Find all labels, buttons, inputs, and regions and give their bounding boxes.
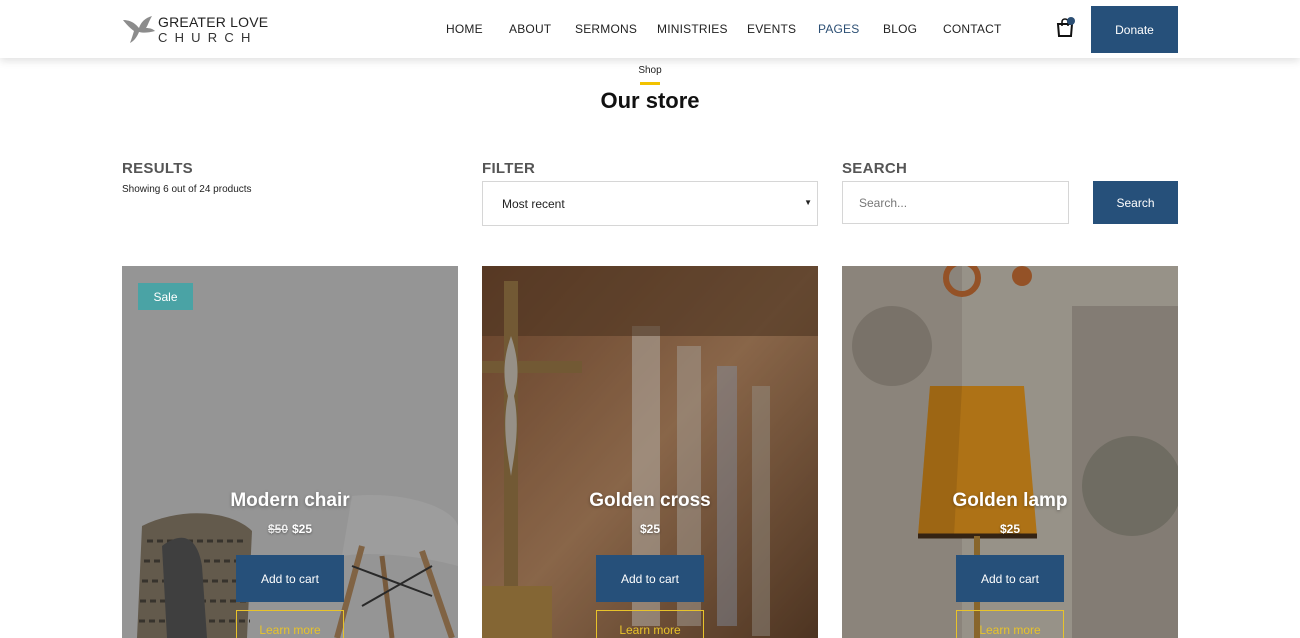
nav-item-ministries[interactable]: MINISTRIES <box>657 22 728 36</box>
site-header: GREATER LOVE CHURCH HOME ABOUT SERMONS M… <box>0 0 1300 58</box>
nav-item-events[interactable]: EVENTS <box>747 22 796 36</box>
product-name[interactable]: Golden lamp <box>842 490 1178 512</box>
product-old-price: $50 <box>267 522 288 536</box>
search-input[interactable] <box>842 181 1069 224</box>
product-card-modern-chair[interactable]: Sale Modern chair $50 $25 Add to cart Lea… <box>122 266 458 638</box>
add-to-cart-button[interactable]: Add to cart <box>956 555 1064 602</box>
product-price: $25 <box>842 522 1178 536</box>
nav-item-home[interactable]: HOME <box>446 22 483 36</box>
site-logo[interactable]: GREATER LOVE CHURCH <box>122 12 268 46</box>
brand-name: GREATER LOVE <box>158 13 269 30</box>
learn-more-button[interactable]: Learn more <box>596 610 704 638</box>
product-current-price: $25 <box>639 522 661 536</box>
search-button[interactable]: Search <box>1093 181 1178 224</box>
nav-item-about[interactable]: ABOUT <box>509 22 551 36</box>
dove-icon <box>123 16 155 43</box>
caret-down-icon: ▼ <box>804 198 812 207</box>
page-eyebrow: Shop <box>638 65 662 76</box>
search-label: SEARCH <box>842 160 908 177</box>
product-current-price: $25 <box>292 522 313 536</box>
product-name[interactable]: Golden cross <box>482 490 818 512</box>
learn-more-button[interactable]: Learn more <box>236 610 344 638</box>
product-card-golden-lamp[interactable]: Golden lamp $25 Add to cart Learn more <box>842 266 1178 638</box>
donate-button[interactable]: Donate <box>1091 6 1178 53</box>
cart-button[interactable] <box>1056 17 1075 38</box>
product-price: $50 $25 <box>122 522 458 536</box>
learn-more-button[interactable]: Learn more <box>956 610 1064 638</box>
nav-item-pages[interactable]: PAGES <box>818 22 859 36</box>
filter-select[interactable]: Most recent ▼ <box>482 181 818 226</box>
page-title: Our store <box>600 88 700 113</box>
nav-item-contact[interactable]: CONTACT <box>943 22 1002 36</box>
product-current-price: $25 <box>999 522 1021 536</box>
add-to-cart-button[interactable]: Add to cart <box>596 555 704 602</box>
product-name[interactable]: Modern chair <box>122 490 458 512</box>
sale-badge: Sale <box>138 283 193 310</box>
results-label: RESULTS <box>122 160 193 177</box>
results-count: Showing 6 out of 24 products <box>122 184 252 195</box>
brand-subname: CHURCH <box>158 29 258 45</box>
cart-count-dot <box>1067 17 1075 25</box>
product-price: $25 <box>482 522 818 536</box>
nav-item-blog[interactable]: BLOG <box>883 22 917 36</box>
filter-label: FILTER <box>482 160 536 177</box>
nav-item-sermons[interactable]: SERMONS <box>575 22 637 36</box>
title-accent-bar <box>640 82 660 85</box>
filter-selected-value: Most recent <box>502 196 565 211</box>
add-to-cart-button[interactable]: Add to cart <box>236 555 344 602</box>
product-card-golden-cross[interactable]: Golden cross $25 Add to cart Learn more <box>482 266 818 638</box>
